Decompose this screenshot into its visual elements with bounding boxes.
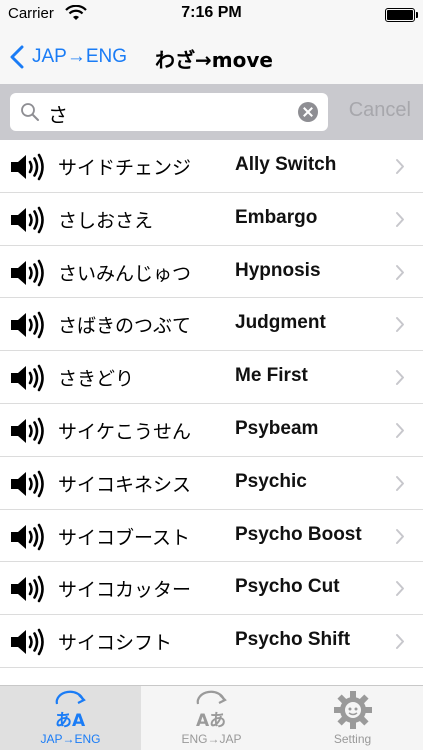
english-move-name: Hypnosis [235,259,321,281]
search-input[interactable]: さ [10,93,328,131]
speaker-icon[interactable] [9,364,47,392]
japanese-move-name: さしおさえ [58,209,154,232]
eng-to-jap-icon: Aあ [196,690,227,730]
gear-icon [333,691,372,729]
japanese-move-name: サイコシフト [58,632,173,655]
english-move-name: Psybeam [235,417,319,439]
battery-icon [385,8,415,22]
back-button[interactable]: JAP→ENG [10,42,127,72]
chevron-left-icon [10,45,24,69]
clear-search-icon[interactable] [298,102,318,122]
english-move-name: Me First [235,365,308,387]
list-item[interactable]: サイドチェンジ Ally Switch [0,140,423,193]
english-move-name: Psycho Cut [235,576,340,598]
tab-icon-text: Aあ [196,711,226,730]
tab-jap-eng[interactable]: あA JAP→ENG [0,686,141,750]
results-list: サイドチェンジ Ally Switch さしおさえ Embargo さいみんじゅつ Hyp… [0,140,423,685]
tab-label: Setting [333,732,372,746]
chevron-right-icon [396,528,404,544]
speaker-icon[interactable] [9,206,47,234]
chevron-right-icon [396,581,404,597]
list-item[interactable]: さいみんじゅつ Hypnosis [0,245,423,299]
tab-label: ENG→JAP [181,732,242,746]
search-bar: さ Cancel [0,84,423,140]
english-move-name: Psychic [235,470,307,492]
search-query: さ [48,103,68,127]
chevron-right-icon [396,264,404,280]
chevron-right-icon [396,159,404,174]
tab-label: JAP→ENG [40,732,101,746]
english-move-name: Embargo [235,206,318,228]
status-bar: Carrier 7:16 PM [0,0,423,32]
list-item[interactable]: サイコカッター Psycho Cut [0,562,423,616]
chevron-right-icon [396,370,404,386]
tab-bar: あA JAP→ENG Aあ ENG→JAP Setting [0,685,423,750]
speaker-icon[interactable] [9,259,47,287]
list-item[interactable]: サイコキネシス Psychic [0,456,423,510]
japanese-move-name: サイケこうせん [58,420,192,443]
speaker-icon[interactable] [9,311,47,339]
chevron-right-icon [396,422,404,438]
speaker-icon[interactable] [9,417,47,445]
english-move-name: Ally Switch [235,154,337,175]
list-item[interactable]: さばきのつぶて Judgment [0,298,423,352]
page-title: わざ→move [155,48,273,72]
list-item[interactable]: サイコブースト Psycho Boost [0,509,423,563]
chevron-right-icon [396,317,404,333]
chevron-right-icon [396,211,404,227]
japanese-move-name: サイコブースト [58,526,191,549]
tab-eng-jap[interactable]: Aあ ENG→JAP [141,686,282,750]
clock: 7:16 PM [181,4,242,21]
japanese-move-name: さばきのつぶて [58,315,192,338]
japanese-move-name: さきどり [58,368,135,391]
jap-to-eng-icon: あA [55,690,86,730]
chevron-right-icon [396,475,404,491]
japanese-move-name: サイドチェンジ [58,157,192,179]
list-item[interactable]: サイコシフト Psycho Shift [0,615,423,668]
speaker-icon[interactable] [9,575,47,603]
search-icon [21,103,39,121]
speaker-icon[interactable] [9,628,47,656]
english-move-name: Psycho Boost [235,523,362,545]
navigation-bar: JAP→ENG わざ→move [0,32,423,84]
english-move-name: Psycho Shift [235,629,351,651]
cancel-button[interactable]: Cancel [349,99,411,122]
list-item[interactable]: さきどり Me First [0,351,423,404]
speaker-icon[interactable] [9,523,47,551]
speaker-icon[interactable] [9,470,47,498]
japanese-move-name: サイコキネシス [58,473,192,496]
back-button-label: JAP→ENG [32,46,128,67]
tab-icon-text: あA [55,711,86,730]
speaker-icon[interactable] [9,153,47,181]
chevron-right-icon [396,634,404,650]
english-move-name: Judgment [235,312,326,334]
battery-tip [416,12,418,18]
list-item[interactable]: さしおさえ Embargo [0,192,423,246]
japanese-move-name: サイコカッター [58,579,192,602]
japanese-move-name: さいみんじゅつ [58,262,192,285]
list-item[interactable]: サイケこうせん Psybeam [0,403,423,457]
tab-setting[interactable]: Setting [282,686,423,750]
